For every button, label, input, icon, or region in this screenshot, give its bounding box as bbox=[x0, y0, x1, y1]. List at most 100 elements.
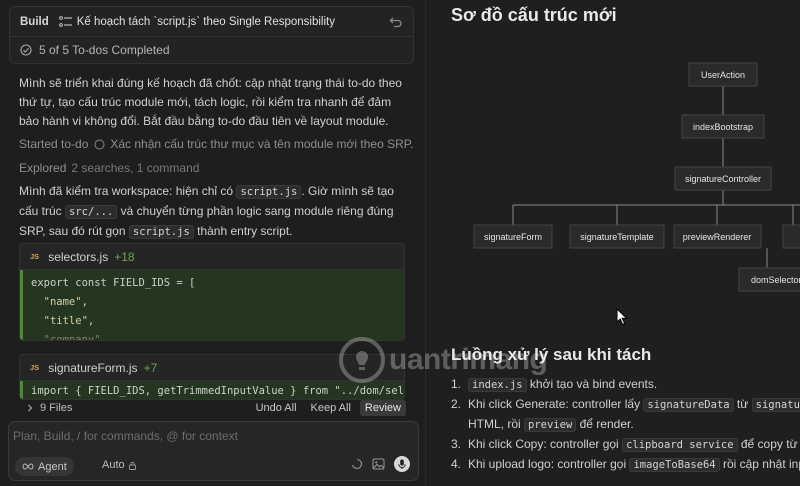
step-code: imageToBase64 bbox=[629, 458, 720, 472]
step-text: khởi tạo và bind events. bbox=[526, 377, 658, 391]
agent-mode-select[interactable]: Agent bbox=[15, 457, 74, 476]
flow-step: 4. Khi upload logo: controller gọi imageT… bbox=[451, 455, 800, 475]
step-number: 4. bbox=[451, 457, 462, 471]
node-indexbootstrap: indexBootstrap bbox=[681, 114, 765, 139]
step-text: để render. bbox=[576, 417, 634, 431]
image-attach-icon[interactable] bbox=[372, 458, 385, 470]
node-offscreen bbox=[782, 224, 800, 249]
assistant-message-2: Mình đã kiểm tra workspace: hiện chỉ có … bbox=[19, 182, 414, 242]
chat-panel: Build Kế hoạch tách `script.js` theo Sin… bbox=[0, 0, 426, 486]
mouse-cursor-icon bbox=[616, 307, 628, 329]
file-name: signatureForm.js bbox=[48, 360, 138, 375]
inline-code-src: src/... bbox=[65, 205, 118, 219]
msg2-text-a: Mình đã kiểm tra workspace: hiện chỉ có bbox=[19, 184, 234, 198]
js-file-icon: JS bbox=[30, 363, 40, 372]
chat-input[interactable] bbox=[13, 427, 413, 445]
svg-text:indexBootstrap: indexBootstrap bbox=[693, 122, 753, 132]
step-text: Khi click Copy: controller gọi bbox=[468, 437, 623, 451]
step-code: clipboard service bbox=[622, 438, 738, 452]
started-todo-label: Started to-do bbox=[19, 137, 89, 151]
review-button[interactable]: Review bbox=[359, 400, 406, 416]
node-previewrenderer: previewRenderer bbox=[673, 224, 762, 249]
step-number: 3. bbox=[451, 437, 462, 451]
svg-text:signatureForm: signatureForm bbox=[484, 232, 542, 242]
svg-text:previewRenderer: previewRenderer bbox=[683, 232, 752, 242]
code-line: "company", bbox=[31, 334, 107, 341]
auto-label: Auto bbox=[102, 459, 125, 471]
flow-step: 1. index.js khởi tạo và bind events. bbox=[451, 375, 800, 395]
undo-icon[interactable] bbox=[388, 14, 404, 30]
composer: Agent Auto bbox=[8, 421, 419, 481]
plan-title: Kế hoạch tách `script.js` theo Single Re… bbox=[76, 15, 335, 28]
flow-step: 3. Khi click Copy: controller gọi clipboa… bbox=[451, 435, 800, 455]
step-text: Khi upload logo: controller gọi bbox=[468, 457, 630, 471]
agent-label: Agent bbox=[38, 460, 67, 473]
step-text: HTML, rồi bbox=[468, 417, 525, 431]
flow-step: 2. Khi click Generate: controller lấy sig… bbox=[451, 395, 800, 415]
infinity-icon bbox=[22, 463, 34, 470]
step-code: index.js bbox=[468, 378, 527, 392]
file-header[interactable]: JS signatureForm.js +7 bbox=[20, 355, 404, 381]
code-line: "title", bbox=[31, 315, 95, 327]
keep-all-button[interactable]: Keep All bbox=[306, 400, 356, 416]
step-number: 1. bbox=[451, 377, 462, 391]
file-name: selectors.js bbox=[48, 249, 109, 264]
inline-code-script-js-2: script.js bbox=[128, 225, 194, 239]
file-card-selectors[interactable]: JS selectors.js +18 export const FIELD_I… bbox=[19, 243, 405, 341]
plan-list-icon bbox=[58, 15, 73, 28]
svg-text:signatureController: signatureController bbox=[685, 174, 761, 184]
circle-icon bbox=[94, 139, 105, 150]
node-signatureform: signatureForm bbox=[473, 224, 553, 249]
changes-bar: 9 Files Undo All Keep All Review bbox=[12, 398, 406, 418]
started-todo-line: Started to-do Xác nhận cấu trúc thư mục … bbox=[19, 137, 414, 151]
plan-header: Build Kế hoạch tách `script.js` theo Sin… bbox=[9, 6, 414, 64]
files-count: 9 Files bbox=[40, 402, 73, 414]
code-diff: export const FIELD_IDS = [ "name", "titl… bbox=[20, 270, 404, 341]
svg-text:domSelectors: domSelectors bbox=[751, 275, 800, 285]
undo-all-button[interactable]: Undo All bbox=[251, 400, 302, 416]
node-useraction: UserAction bbox=[688, 62, 758, 87]
loading-spinner-icon bbox=[351, 458, 363, 470]
step-text: từ bbox=[733, 397, 752, 411]
svg-text:UserAction: UserAction bbox=[701, 70, 745, 80]
explored-label: Explored bbox=[19, 161, 67, 175]
microphone-icon[interactable] bbox=[394, 456, 410, 472]
inline-code-script-js: script.js bbox=[236, 185, 302, 199]
step-code: signatureForm bbox=[751, 398, 800, 412]
file-header[interactable]: JS selectors.js +18 bbox=[20, 244, 404, 270]
explored-line[interactable]: Explored 2 searches, 1 command bbox=[19, 161, 199, 175]
step-text: để copy từ output. bbox=[740, 437, 800, 451]
step-text: Khi click Generate: controller lấy bbox=[468, 397, 644, 411]
msg2-text-d: thành entry script. bbox=[197, 224, 293, 238]
chevron-right-icon bbox=[26, 404, 34, 412]
js-file-icon: JS bbox=[30, 252, 40, 261]
flow-heading: Luồng xử lý sau khi tách bbox=[451, 345, 652, 364]
explored-detail: 2 searches, 1 command bbox=[71, 161, 200, 175]
file-card-signatureform[interactable]: JS signatureForm.js +7 import { FIELD_ID… bbox=[19, 354, 405, 400]
plan-title-row[interactable]: Build Kế hoạch tách `script.js` theo Sin… bbox=[10, 7, 413, 37]
file-diff-count: +18 bbox=[114, 249, 135, 264]
assistant-message-1: Mình sẽ triển khai đúng kế hoạch đã chốt… bbox=[19, 76, 402, 128]
step-number: 2. bbox=[451, 397, 462, 411]
check-circle-icon bbox=[20, 44, 32, 56]
changed-files-toggle[interactable]: 9 Files bbox=[26, 402, 72, 414]
code-line: export const FIELD_IDS = [ bbox=[31, 277, 196, 289]
todos-status[interactable]: 5 of 5 To-dos Completed bbox=[20, 43, 170, 57]
step-code: signatureData bbox=[643, 398, 734, 412]
lock-icon bbox=[128, 461, 137, 470]
code-line: "name", bbox=[31, 296, 88, 308]
preview-panel: Sơ đồ cấu trúc mới UserAction indexBoots… bbox=[427, 0, 800, 486]
svg-text:signatureTemplate: signatureTemplate bbox=[580, 232, 654, 242]
model-auto-select[interactable]: Auto bbox=[102, 459, 137, 471]
node-signaturetemplate: signatureTemplate bbox=[569, 224, 665, 249]
step-code: preview bbox=[524, 418, 577, 432]
structure-diagram: UserAction indexBootstrap signatureContr… bbox=[473, 62, 800, 292]
step-text: rồi cập nhật input. bbox=[722, 457, 800, 471]
flow-step-cont: HTML, rồi preview để render. bbox=[451, 415, 800, 435]
file-diff-count: +7 bbox=[143, 360, 158, 375]
node-signaturecontroller: signatureController bbox=[674, 166, 772, 191]
mode-label: Build bbox=[20, 15, 49, 28]
flow-steps: 1. index.js khởi tạo và bind events. 2. Kh… bbox=[451, 375, 800, 475]
todos-completed-text: 5 of 5 To-dos Completed bbox=[39, 43, 170, 57]
started-todo-task: Xác nhận cấu trúc thư mục và tên module … bbox=[110, 137, 414, 151]
